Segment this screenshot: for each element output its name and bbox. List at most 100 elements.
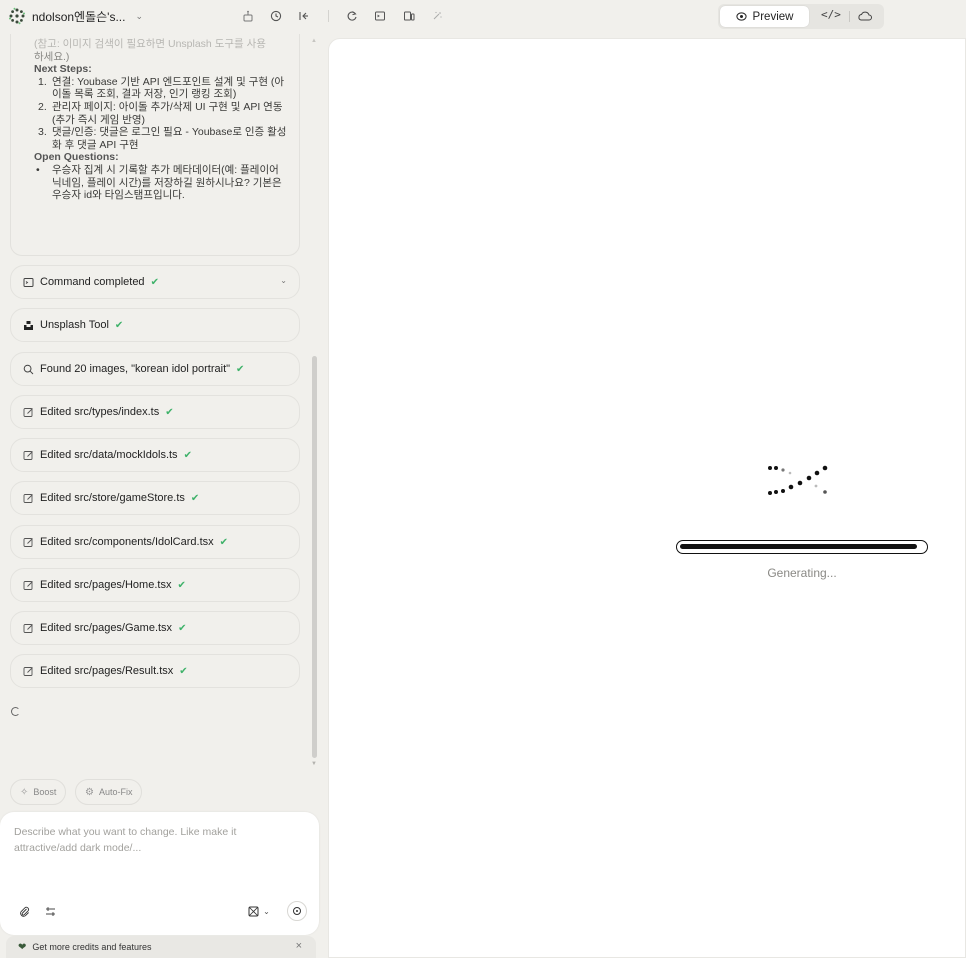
step-label: Edited src/pages/Result.tsx: [40, 665, 174, 677]
bot-icon[interactable]: [240, 8, 256, 24]
code-tab[interactable]: </>: [821, 8, 841, 21]
edit-icon: [22, 665, 34, 677]
summary-faded-line: (참고: 이미지 검색이 필요하면 Unsplash 도구를 사용: [34, 38, 266, 50]
send-button[interactable]: [287, 901, 307, 921]
scroll-up-arrow[interactable]: ▲: [311, 38, 317, 44]
autofix-icon: ⚙: [85, 786, 94, 798]
scrollbar[interactable]: [312, 356, 317, 758]
step-label: Edited src/pages/Game.tsx: [40, 622, 173, 634]
unsplash-icon: [22, 319, 34, 331]
double-check-icon: ✔: [179, 665, 188, 677]
message-input[interactable]: [14, 824, 284, 874]
device-icon[interactable]: [401, 8, 417, 24]
double-check-icon: ✔: [114, 319, 124, 331]
step-label: Edited src/pages/Home.tsx: [40, 579, 172, 591]
edit-icon: [22, 579, 34, 591]
step-edited-file[interactable]: Edited src/store/gameStore.ts ✔: [10, 481, 300, 515]
model-selector[interactable]: ⌄: [246, 904, 272, 918]
double-check-icon: ✔: [177, 579, 186, 591]
step-label: Command completed: [40, 276, 145, 288]
step-label: Edited src/types/index.ts: [40, 406, 160, 418]
step-label: Edited src/data/mockIdols.ts: [40, 449, 178, 461]
attach-icon[interactable]: [17, 904, 31, 918]
chevron-down-icon: ⌄: [135, 10, 143, 21]
assistant-summary: (참고: 이미지 검색이 필요하면 Unsplash 도구를 사용 하세요.) …: [10, 34, 300, 256]
eye-icon: [735, 12, 747, 21]
message-composer: ⌄: [0, 812, 319, 935]
step-found-images[interactable]: Found 20 images, "korean idol portrait" …: [10, 352, 300, 386]
toggle-divider: [849, 11, 850, 22]
chevron-down-icon: ⌄: [263, 906, 270, 916]
double-check-icon: ✔: [178, 622, 187, 634]
step-label: Unsplash Tool: [40, 319, 109, 331]
preview-pane: Generating...: [328, 38, 966, 958]
edit-icon: [22, 449, 34, 461]
loading-spinner-icon: [11, 707, 20, 716]
chat-panel: (참고: 이미지 검색이 필요하면 Unsplash 도구를 사용 하세요.) …: [0, 34, 320, 958]
history-icon[interactable]: [268, 8, 284, 24]
step-command-completed[interactable]: Command completed ✔ ⌄: [10, 265, 300, 299]
double-check-icon: ✔: [165, 406, 174, 418]
step-edited-file[interactable]: Edited src/types/index.ts ✔: [10, 395, 300, 429]
double-check-icon: ✔: [190, 492, 200, 504]
open-questions-heading: Open Questions:: [34, 151, 119, 164]
close-icon[interactable]: ×: [296, 940, 302, 952]
step-label: Edited src/store/gameStore.ts: [40, 492, 185, 504]
preview-tab[interactable]: Preview: [720, 6, 809, 27]
double-check-icon: ✔: [236, 363, 245, 375]
sparkle-icon: ✧: [20, 786, 29, 798]
boost-button[interactable]: ✧ Boost: [10, 779, 67, 805]
scrollbar-thumb[interactable]: [312, 356, 317, 758]
project-name: ndolson엔돌슨's...: [32, 9, 126, 24]
step-edited-file[interactable]: Edited src/pages/Home.tsx ✔: [10, 568, 300, 602]
collapse-panel-icon[interactable]: [296, 8, 312, 24]
search-icon: [22, 363, 34, 375]
step-edited-file[interactable]: Edited src/pages/Result.tsx ✔: [10, 654, 300, 688]
next-steps-heading: Next Steps:: [34, 63, 92, 76]
credits-text: Get more credits and features: [32, 942, 152, 952]
step-label: Edited src/components/IdolCard.tsx: [40, 536, 214, 548]
scroll-down-arrow[interactable]: ▼: [311, 761, 317, 767]
project-selector[interactable]: ndolson엔돌슨's... ⌄: [8, 7, 143, 25]
progress-bar: [676, 540, 928, 554]
list-item: • 우승자 집계 시 기록할 추가 메타데이터(예: 플레이어 닉네임, 플레이 …: [36, 163, 282, 202]
cloud-icon[interactable]: [858, 9, 872, 22]
settings-sliders-icon[interactable]: [43, 904, 57, 918]
top-bar: ndolson엔돌슨's... ⌄ Preview </>: [0, 0, 966, 34]
step-label: Found 20 images, "korean idol portrait": [40, 363, 231, 375]
loading-dots-icon: [768, 465, 828, 495]
terminal-icon: [22, 276, 34, 288]
step-edited-file[interactable]: Edited src/data/mockIdols.ts ✔: [10, 438, 300, 472]
chevron-down-icon[interactable]: ⌄: [280, 276, 287, 285]
next-steps-list: 1. 연결: Youbase 기반 API 엔드포인트 설계 및 구현 (아이돌 …: [38, 76, 287, 152]
list-item: 3. 댓글/인증: 댓글은 로그인 필요 - Youbase로 인증 활성화 후 …: [38, 126, 287, 151]
preview-tab-label: Preview: [752, 10, 794, 23]
list-item: 2. 관리자 페이지: 아이돌 추가/삭제 UI 구현 및 API 연동 (추가 …: [38, 100, 283, 126]
edit-icon: [22, 406, 34, 418]
generating-status: Generating...: [767, 566, 837, 580]
record-icon: [293, 907, 301, 915]
double-check-icon: ✔: [219, 536, 229, 548]
double-check-icon: ✔: [183, 449, 192, 461]
autofix-label: Auto-Fix: [98, 787, 133, 797]
autofix-button[interactable]: ⚙ Auto-Fix: [75, 779, 143, 805]
refresh-icon[interactable]: [344, 8, 360, 24]
boost-label: Boost: [33, 787, 57, 797]
terminal-icon[interactable]: [372, 8, 388, 24]
toolbar-divider: [328, 10, 329, 22]
progress-fill: [680, 544, 917, 549]
app-logo-icon: [9, 7, 25, 25]
credits-banner[interactable]: ❤ Get more credits and features ×: [6, 936, 316, 958]
edit-icon: [22, 622, 34, 634]
model-icon: [248, 906, 259, 916]
edit-icon: [22, 536, 34, 548]
step-unsplash-tool[interactable]: Unsplash Tool ✔: [10, 308, 300, 342]
view-toggle: Preview </>: [718, 4, 884, 29]
summary-faded-line: 하세요.): [34, 50, 70, 63]
step-edited-file[interactable]: Edited src/components/IdolCard.tsx ✔: [10, 525, 300, 559]
double-check-icon: ✔: [150, 276, 159, 288]
open-questions-list: • 우승자 집계 시 기록할 추가 메타데이터(예: 플레이어 닉네임, 플레이 …: [34, 164, 287, 202]
step-edited-file[interactable]: Edited src/pages/Game.tsx ✔: [10, 611, 300, 645]
list-item: 1. 연결: Youbase 기반 API 엔드포인트 설계 및 구현 (아이돌 …: [38, 75, 285, 101]
magic-select-icon[interactable]: [429, 8, 445, 24]
